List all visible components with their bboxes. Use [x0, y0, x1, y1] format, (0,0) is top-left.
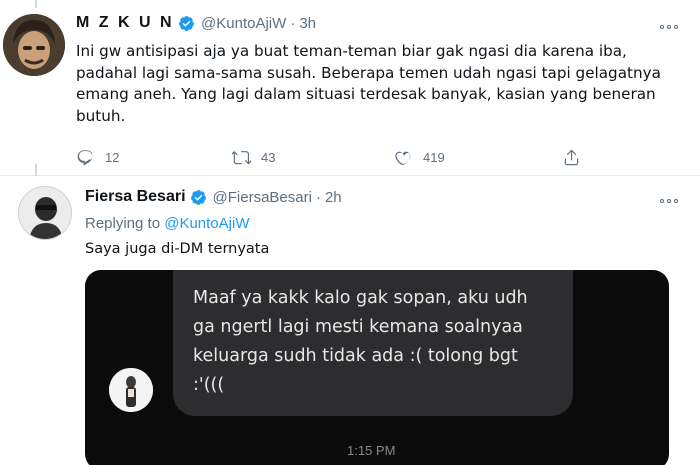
dm-timestamp: 1:15 PM — [347, 443, 396, 458]
tweet-text: Ini gw antisipasi aja ya buat teman-tema… — [76, 42, 661, 125]
tweet-text: Saya juga di-DM ternyata — [85, 241, 270, 257]
replying-to-line: Replying to @KuntoAjiW — [85, 215, 249, 232]
avatar[interactable] — [3, 14, 65, 76]
handle[interactable]: @FiersaBesari — [213, 189, 312, 206]
handle[interactable]: @KuntoAjiW — [201, 15, 286, 32]
retweet-button[interactable]: 43 — [232, 148, 275, 167]
retweet-icon — [232, 151, 251, 165]
tweet-header: M Z K U N @KuntoAjiW · 3h — [76, 14, 316, 32]
tweet-header: Fiersa Besari @FiersaBesari · 2h — [85, 188, 342, 206]
reply-count: 12 — [105, 150, 120, 165]
share-button[interactable] — [562, 148, 591, 167]
display-name[interactable]: M Z K U N — [76, 14, 174, 32]
dm-avatar-portrait-icon — [109, 368, 153, 412]
separator-dot: · — [290, 14, 296, 32]
like-button[interactable]: 419 — [394, 148, 445, 167]
tweet-actions: 12 43 419 — [76, 148, 596, 168]
reply-button[interactable]: 12 — [76, 148, 119, 167]
timestamp[interactable]: 3h — [299, 15, 316, 32]
replying-prefix: Replying to — [85, 215, 165, 232]
tweet-kuntoajiw[interactable]: M Z K U N @KuntoAjiW · 3h Ini gw antisip… — [0, 0, 700, 176]
timestamp[interactable]: 2h — [325, 189, 342, 206]
more-icon[interactable] — [660, 196, 682, 206]
avatar[interactable] — [18, 186, 72, 240]
retweet-count: 43 — [261, 150, 276, 165]
avatar-portrait-icon — [3, 14, 65, 76]
separator-dot: · — [315, 188, 321, 206]
like-count: 419 — [423, 150, 445, 165]
verified-badge-icon — [179, 15, 194, 31]
share-icon — [564, 149, 579, 166]
verified-badge-icon — [190, 189, 206, 205]
thread-line-bottom — [35, 164, 37, 176]
avatar-portrait-icon — [19, 187, 71, 239]
reply-icon — [77, 150, 93, 166]
heart-icon — [395, 151, 411, 166]
dm-message-bubble: Maaf ya kakk kalo gak sopan, aku udh ga … — [173, 270, 573, 416]
more-icon[interactable] — [660, 22, 682, 32]
replying-to-link[interactable]: @KuntoAjiW — [164, 215, 249, 232]
dm-screenshot-image[interactable]: Maaf ya kakk kalo gak sopan, aku udh ga … — [85, 270, 669, 465]
display-name[interactable]: Fiersa Besari — [85, 188, 186, 206]
dm-avatar — [109, 368, 153, 412]
